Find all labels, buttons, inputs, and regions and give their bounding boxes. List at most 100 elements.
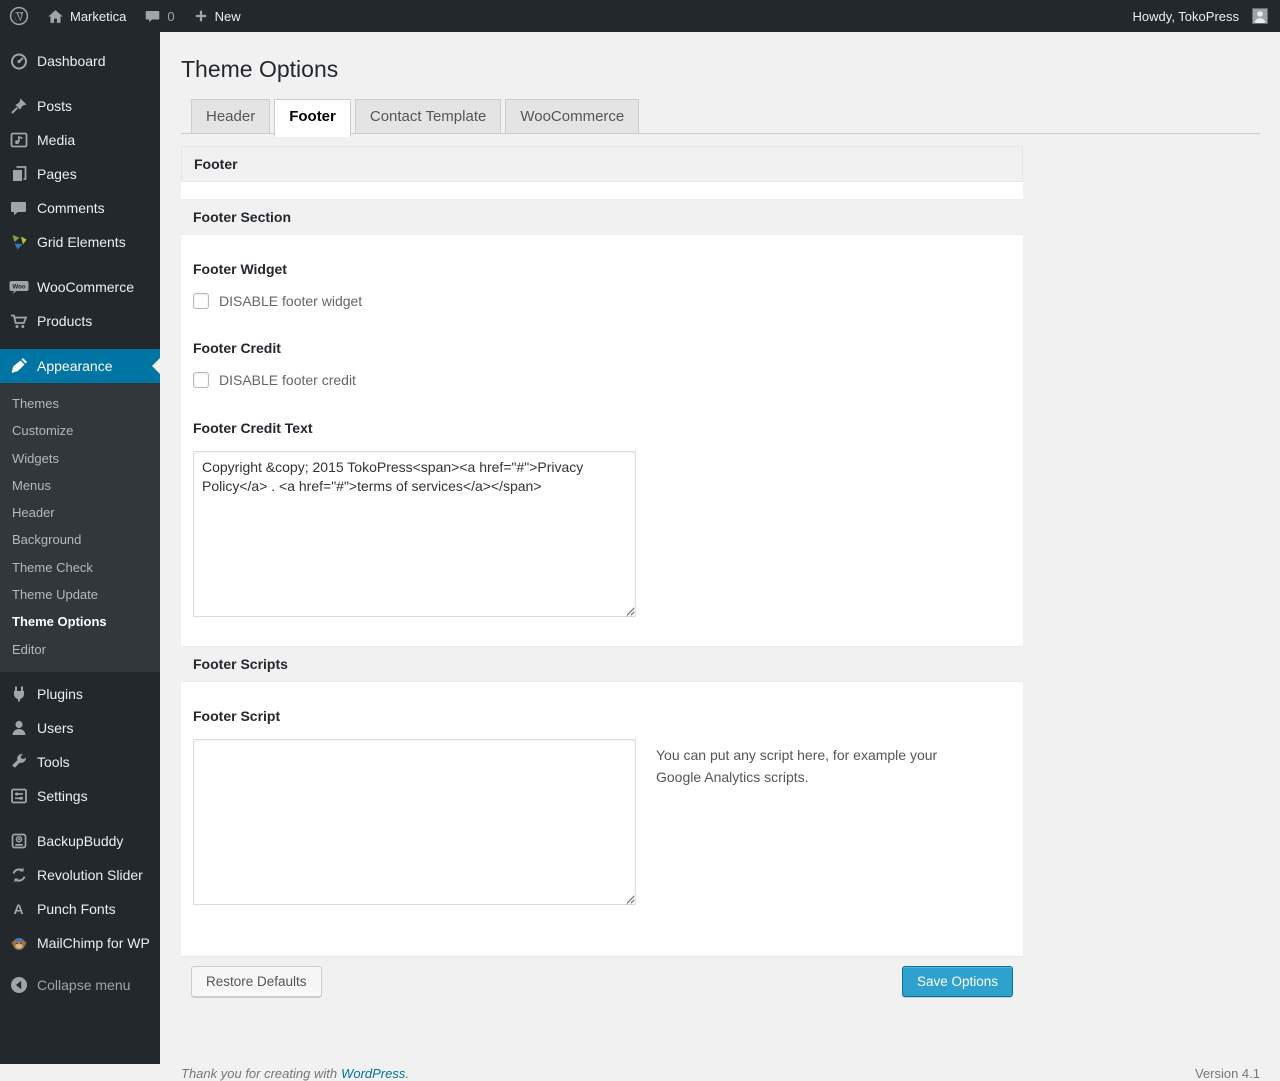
wordpress-link[interactable]: WordPress — [341, 1066, 405, 1081]
footer-thanks: Thank you for creating withWordPress. — [181, 1066, 409, 1081]
sidebar-item-grid-elements[interactable]: Grid Elements — [0, 225, 160, 259]
tab-header[interactable]: Header — [191, 99, 270, 134]
account-menu[interactable]: Howdy, TokoPress — [1124, 0, 1268, 32]
sidebar-item-label: Media — [37, 132, 75, 148]
sidebar-item-comments[interactable]: Comments — [0, 191, 160, 225]
sidebar-item-label: Comments — [37, 200, 105, 216]
submenu-item-theme-options[interactable]: Theme Options — [0, 608, 160, 635]
tab-footer[interactable]: Footer — [274, 99, 351, 137]
sidebar-item-backupbuddy[interactable]: BackupBuddy — [0, 824, 160, 858]
page-title: Theme Options — [181, 32, 1260, 94]
panel-title: Footer — [181, 146, 1023, 182]
sidebar-item-products[interactable]: Products — [0, 304, 160, 338]
avatar — [1252, 8, 1268, 24]
sidebar-item-punch-fonts[interactable]: A Punch Fonts — [0, 892, 160, 926]
version-label: Version 4.1 — [1195, 1066, 1260, 1081]
comment-bubble-icon — [144, 8, 161, 25]
admin-bar: Marketica 0 New Howdy, TokoPress — [0, 0, 1280, 32]
comments-icon — [0, 198, 37, 218]
submenu-item-theme-check[interactable]: Theme Check — [0, 554, 160, 581]
sidebar-item-media[interactable]: Media — [0, 123, 160, 157]
sidebar-item-dashboard[interactable]: Dashboard — [0, 44, 160, 78]
sidebar-item-posts[interactable]: Posts — [0, 89, 160, 123]
submenu-item-editor[interactable]: Editor — [0, 636, 160, 663]
grid-elements-icon — [0, 232, 37, 252]
pin-icon — [0, 96, 37, 116]
sidebar-item-label: Punch Fonts — [37, 901, 116, 917]
submenu-item-widgets[interactable]: Widgets — [0, 445, 160, 472]
sidebar-item-label: Plugins — [37, 686, 83, 702]
footer-credit-label: Footer Credit — [193, 340, 1011, 356]
sidebar-item-revolution-slider[interactable]: Revolution Slider — [0, 858, 160, 892]
sidebar-item-label: BackupBuddy — [37, 833, 123, 849]
submenu-item-themes[interactable]: Themes — [0, 390, 160, 417]
mailchimp-icon — [0, 933, 37, 953]
footer-section-header: Footer Section — [181, 199, 1023, 235]
collapse-icon — [0, 975, 37, 995]
sidebar-item-pages[interactable]: Pages — [0, 157, 160, 191]
sidebar-item-label: Products — [37, 313, 92, 329]
howdy-text: Howdy, TokoPress — [1133, 9, 1239, 24]
refresh-icon — [0, 865, 37, 885]
brush-icon — [0, 356, 37, 376]
disable-footer-credit-checkbox[interactable] — [193, 372, 209, 388]
main-content: Theme Options Header Footer Contact Temp… — [160, 0, 1280, 1081]
wrench-icon — [0, 752, 37, 772]
save-options-button[interactable]: Save Options — [902, 966, 1013, 998]
sidebar-item-label: MailChimp for WP — [37, 935, 150, 951]
sidebar-item-label: Appearance — [37, 358, 113, 374]
appearance-submenu: Themes Customize Widgets Menus Header Ba… — [0, 383, 160, 672]
sidebar-item-label: Grid Elements — [37, 234, 126, 250]
wordpress-logo-menu[interactable] — [0, 0, 38, 32]
comments-bubble[interactable]: 0 — [135, 0, 183, 32]
admin-menu: Dashboard Posts Media Pages Comments Gri… — [0, 32, 160, 1064]
sidebar-item-label: Dashboard — [37, 53, 106, 69]
user-icon — [0, 718, 37, 738]
footer-credit-option: DISABLE footer credit — [193, 372, 1011, 388]
site-name-link[interactable]: Marketica — [38, 0, 135, 32]
cart-icon — [0, 311, 37, 331]
footer-script-label: Footer Script — [193, 708, 1011, 724]
backup-icon — [0, 831, 37, 851]
tab-woocommerce[interactable]: WooCommerce — [505, 99, 639, 134]
footer-widget-label: Footer Widget — [193, 261, 1011, 277]
sidebar-item-mailchimp[interactable]: MailChimp for WP — [0, 926, 160, 960]
sidebar-item-tools[interactable]: Tools — [0, 745, 160, 779]
sidebar-item-settings[interactable]: Settings — [0, 779, 160, 813]
sidebar-item-appearance[interactable]: Appearance — [0, 349, 160, 383]
panel-footer-bar: Restore Defaults Save Options — [181, 956, 1023, 1007]
submenu-item-theme-update[interactable]: Theme Update — [0, 581, 160, 608]
footer-script-textarea[interactable] — [193, 739, 636, 905]
home-icon — [47, 8, 64, 25]
page-footer: Thank you for creating withWordPress. Ve… — [181, 1066, 1260, 1081]
footer-credit-text-label: Footer Credit Text — [193, 420, 1011, 436]
dashboard-icon — [0, 51, 37, 71]
sidebar-item-users[interactable]: Users — [0, 711, 160, 745]
sidebar-item-label: WooCommerce — [37, 279, 134, 295]
footer-scripts-header: Footer Scripts — [181, 646, 1023, 682]
tab-bar: Header Footer Contact Template WooCommer… — [181, 99, 1260, 134]
sidebar-item-label: Settings — [37, 788, 88, 804]
sidebar-item-woocommerce[interactable]: Woo WooCommerce — [0, 270, 160, 304]
footer-credit-text-textarea[interactable]: Copyright &copy; 2015 TokoPress<span><a … — [193, 451, 636, 617]
sidebar-item-label: Pages — [37, 166, 77, 182]
tab-contact-template[interactable]: Contact Template — [355, 99, 501, 134]
submenu-item-background[interactable]: Background — [0, 526, 160, 553]
sidebar-item-label: Users — [37, 720, 74, 736]
footer-options-panel: Footer Footer Section Footer Widget DISA… — [181, 146, 1023, 1007]
sidebar-item-plugins[interactable]: Plugins — [0, 677, 160, 711]
submenu-item-customize[interactable]: Customize — [0, 417, 160, 444]
woocommerce-icon: Woo — [0, 277, 37, 297]
pages-icon — [0, 164, 37, 184]
footer-script-description: You can put any script here, for example… — [656, 745, 966, 788]
disable-footer-widget-checkbox[interactable] — [193, 293, 209, 309]
restore-defaults-button[interactable]: Restore Defaults — [191, 966, 322, 998]
checkbox-label: DISABLE footer widget — [219, 293, 362, 309]
settings-icon — [0, 786, 37, 806]
submenu-item-menus[interactable]: Menus — [0, 472, 160, 499]
checkbox-label: DISABLE footer credit — [219, 372, 356, 388]
new-content-menu[interactable]: New — [184, 0, 250, 32]
collapse-menu-button[interactable]: Collapse menu — [0, 968, 160, 1002]
submenu-item-header[interactable]: Header — [0, 499, 160, 526]
sidebar-item-label: Collapse menu — [37, 977, 130, 993]
